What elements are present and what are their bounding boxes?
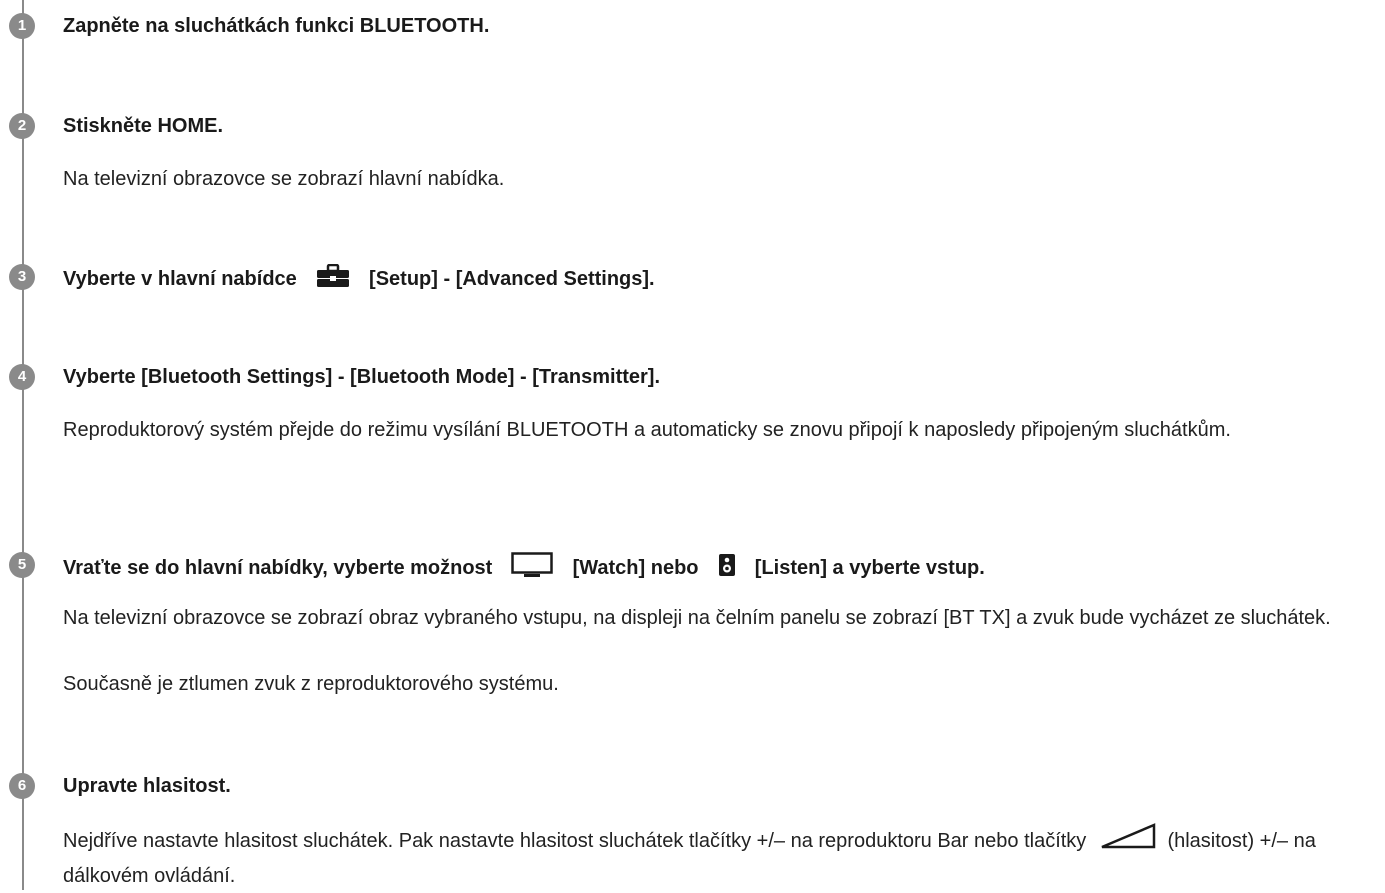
volume-icon [1098,823,1158,860]
step-number-badge: 5 [9,552,35,578]
step-heading-text: [Setup] - [Advanced Settings]. [369,267,655,290]
step-heading: Vraťte se do hlavní nabídky, vyberte mož… [63,552,985,585]
tv-icon [511,552,554,585]
step-description: Reproduktorový systém přejde do režimu v… [63,419,1231,441]
step-number-badge: 6 [9,773,35,799]
step-heading-text: [Watch] nebo [572,556,699,579]
step-description: Současně je ztlumen zvuk z reproduktorov… [63,673,559,695]
step-heading: Stiskněte HOME. [63,115,224,137]
step-number-badge: 3 [9,264,35,290]
step-description-text: Nejdříve nastavte hlasitost sluchátek. P… [63,829,1087,852]
step-heading-text: Vraťte se do hlavní nabídky, vyberte mož… [63,556,493,579]
step-heading: Vyberte v hlavní nabídce [Setup] - [Adva… [63,263,655,295]
step-heading-text: [Listen] a vyberte vstup. [754,556,985,579]
step-description: Na televizní obrazovce se zobrazí hlavní… [63,168,505,190]
step-description: Na televizní obrazovce se zobrazí obraz … [63,607,1331,629]
step-number-badge: 2 [9,113,35,139]
step-heading-text: Vyberte v hlavní nabídce [63,267,297,290]
step-heading: Upravte hlasitost. [63,775,231,797]
step-heading: Vyberte [Bluetooth Settings] - [Bluetoot… [63,366,661,388]
speaker-icon [718,553,736,584]
step-number-badge: 4 [9,364,35,390]
step-number-badge: 1 [9,13,35,39]
step-heading: Zapněte na sluchátkách funkci BLUETOOTH. [63,15,490,37]
toolbox-icon [316,263,350,295]
step-description: Nejdříve nastavte hlasitost sluchátek. P… [63,823,1383,893]
